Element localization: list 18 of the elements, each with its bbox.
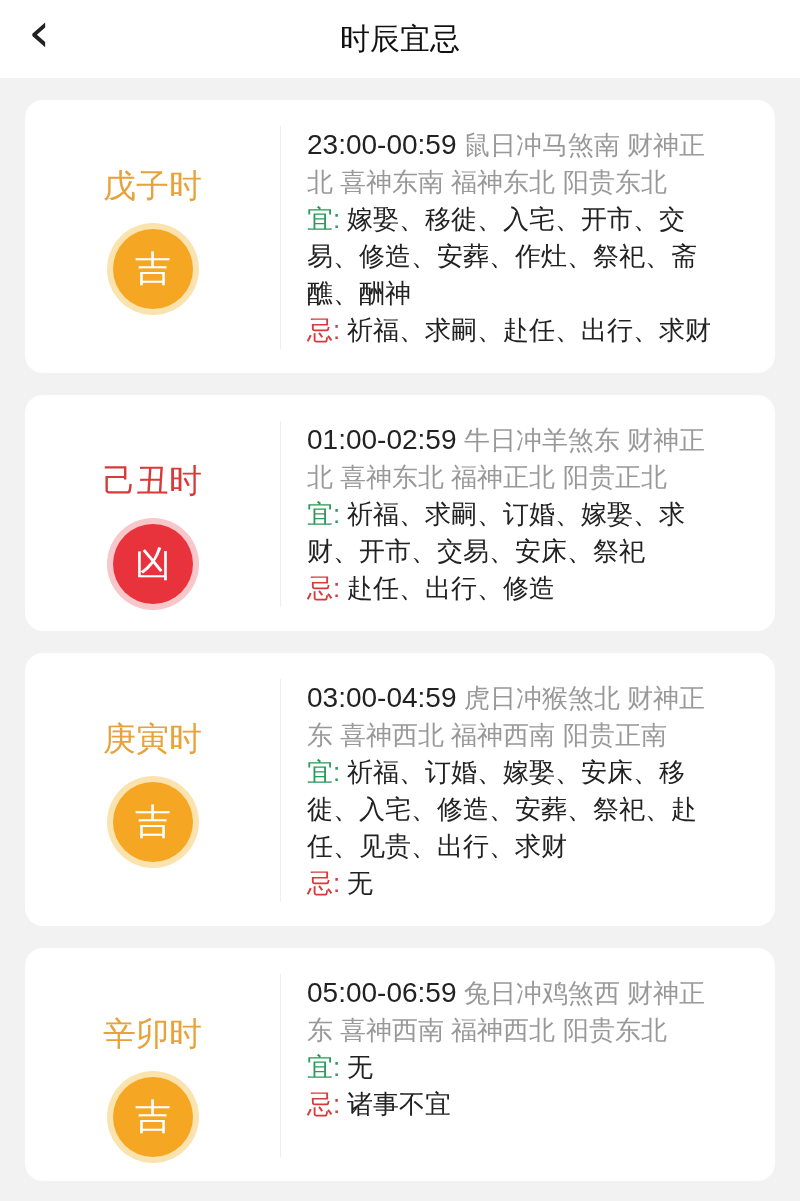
- avoid-activities: 忌: 祈福、求嗣、赴任、出行、求财: [307, 314, 713, 347]
- suitable-activities: 宜: 祈福、订婚、嫁娶、安床、移徙、入宅、修造、安葬、祭祀、赴任、见贵、出行、求财: [307, 756, 698, 863]
- page-title: 时辰宜忌: [340, 19, 460, 58]
- time-and-clash-info: 23:00-00:59 鼠日冲马煞南 财神正北 喜神东南 福神东北 阳贵东北: [307, 128, 706, 199]
- back-button[interactable]: ‹: [22, 4, 57, 60]
- hour-name: 庚寅时: [103, 718, 202, 760]
- hour-name: 辛卯时: [103, 1013, 202, 1055]
- suitable-activities: 宜: 祈福、求嗣、订婚、嫁娶、求财、开市、交易、安床、祭祀: [307, 498, 687, 568]
- hour-name: 戊子时: [103, 165, 202, 207]
- time-and-clash-info: 05:00-06:59 兔日冲鸡煞西 财神正东 喜神西南 福神西北 阳贵东北: [307, 976, 706, 1047]
- time-and-clash-info: 03:00-04:59 虎日冲猴煞北 财神正东 喜神西北 福神西南 阳贵正南: [307, 681, 706, 752]
- hour-name: 己丑时: [103, 460, 202, 502]
- avoid-activities: 忌: 赴任、出行、修造: [307, 572, 557, 605]
- suitable-activities: 宜: 无: [307, 1051, 375, 1084]
- suitable-activities: 宜: 嫁娶、移徙、入宅、开市、交易、修造、安葬、作灶、祭祀、斋醮、酬神: [307, 203, 698, 310]
- avoid-activities: 忌: 诸事不宜: [307, 1088, 453, 1121]
- time-and-clash-info: 01:00-02:59 牛日冲羊煞东 财神正北 喜神东北 福神正北 阳贵正北: [307, 423, 706, 494]
- avoid-activities: 忌: 无: [307, 867, 375, 900]
